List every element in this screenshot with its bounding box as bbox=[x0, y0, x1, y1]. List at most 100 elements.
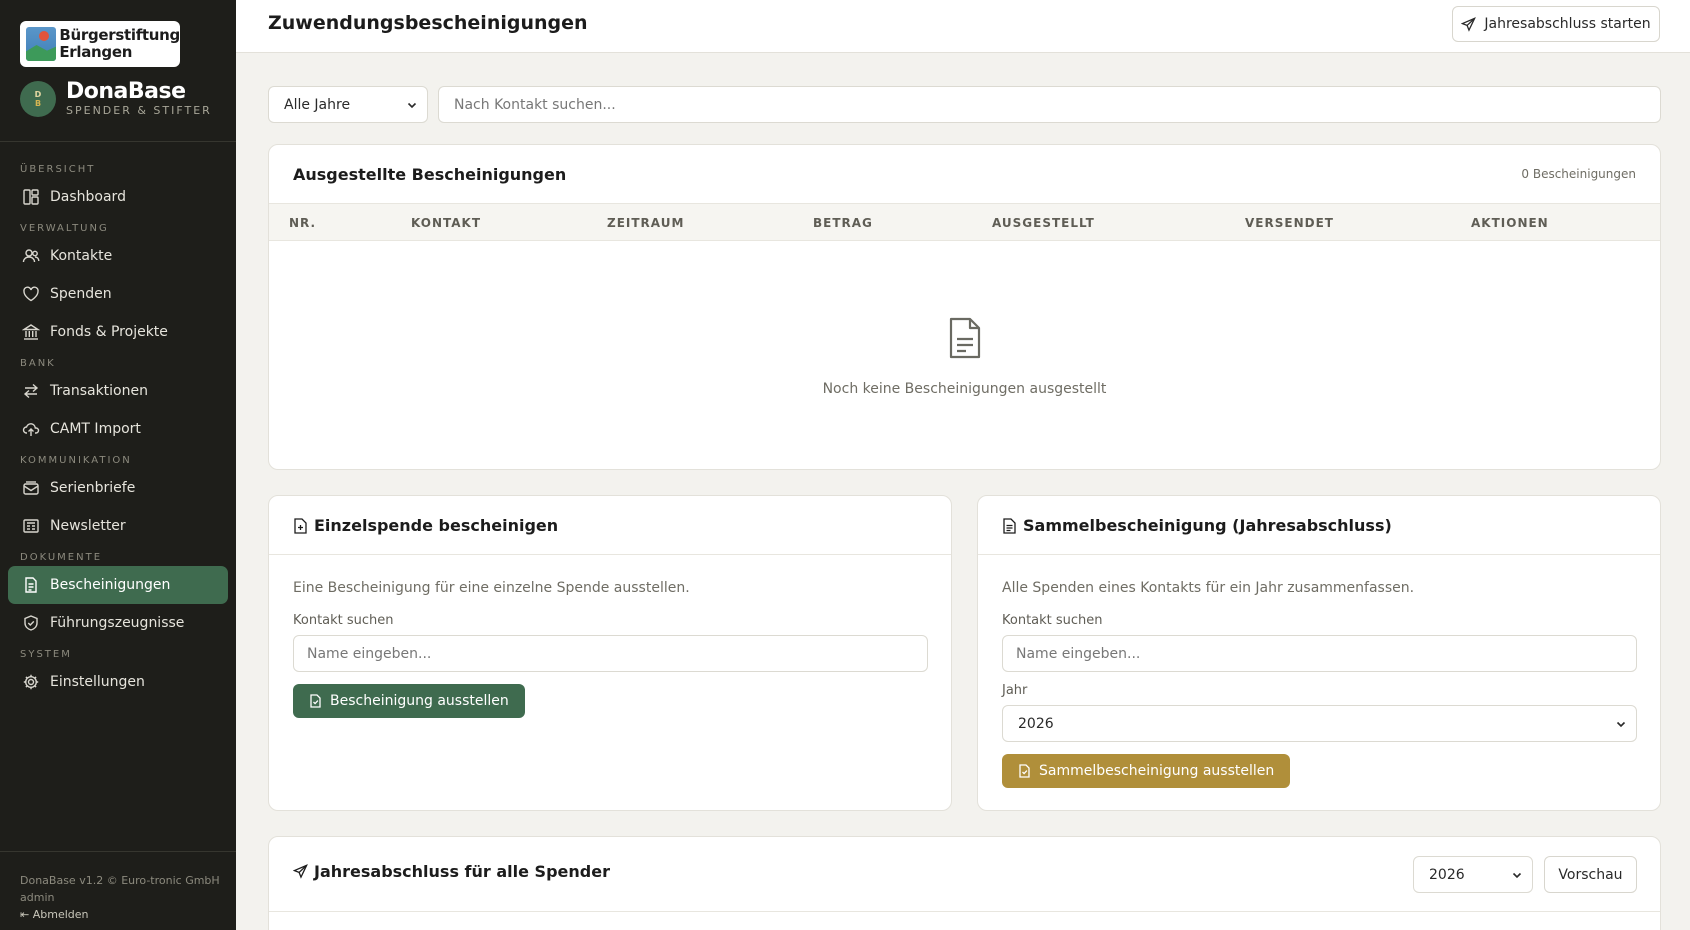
foundation-logo-icon bbox=[26, 27, 56, 61]
issue-collective-certificate-label: Sammelbescheinigung ausstellen bbox=[1039, 763, 1275, 779]
sidebar-item-label: Bescheinigungen bbox=[50, 577, 171, 593]
preview-button[interactable]: Vorschau bbox=[1544, 856, 1637, 893]
sidebar: Bürgerstiftung Erlangen D B DonaBase SPE… bbox=[0, 0, 236, 930]
document-check-icon bbox=[1019, 764, 1030, 778]
single-donation-card: Einzelspende bescheinigen Eine Bescheini… bbox=[268, 495, 952, 811]
app-avatar: D B bbox=[20, 81, 56, 117]
app-name: DonaBase bbox=[66, 79, 186, 104]
start-annual-closing-button[interactable]: Jahresabschluss starten bbox=[1452, 6, 1660, 42]
shield-check-icon bbox=[24, 615, 38, 631]
logo-text-line2: Erlangen bbox=[59, 43, 133, 61]
chevron-down-icon bbox=[1512, 872, 1522, 878]
page-title: Zuwendungsbescheinigungen bbox=[268, 12, 588, 34]
annual-year-select[interactable]: 2026 bbox=[1413, 856, 1533, 893]
nav-section-overview: ÜBERSICHT bbox=[20, 164, 96, 175]
send-icon bbox=[293, 864, 308, 879]
annual-year-value: 2026 bbox=[1429, 866, 1465, 883]
card-divider bbox=[978, 554, 1660, 555]
sidebar-nav: ÜBERSICHT Dashboard VERWALTUNG Kontakte … bbox=[0, 157, 236, 701]
certificate-count: 0 Bescheinigungen bbox=[1521, 167, 1636, 181]
single-contact-input[interactable]: Name eingeben... bbox=[293, 635, 928, 672]
sidebar-item-serial-letters[interactable]: Serienbriefe bbox=[8, 469, 228, 507]
document-icon bbox=[1003, 517, 1016, 534]
sidebar-item-contacts[interactable]: Kontakte bbox=[8, 237, 228, 275]
top-bar: Zuwendungsbescheinigungen Jahresabschlus… bbox=[236, 0, 1690, 53]
single-donation-title-text: Einzelspende bescheinigen bbox=[314, 516, 559, 535]
start-annual-closing-label: Jahresabschluss starten bbox=[1484, 16, 1651, 32]
chevron-down-icon bbox=[407, 102, 417, 108]
sidebar-item-label: Serienbriefe bbox=[50, 480, 136, 496]
dashboard-icon bbox=[23, 189, 39, 205]
sidebar-item-label: CAMT Import bbox=[50, 421, 141, 437]
app-tagline: SPENDER & STIFTER bbox=[66, 104, 212, 117]
nav-section-documents: DOKUMENTE bbox=[20, 552, 103, 563]
collective-description: Alle Spenden eines Kontakts für ein Jahr… bbox=[1002, 580, 1415, 596]
chevron-down-icon bbox=[1616, 721, 1626, 727]
column-header-actions[interactable]: AKTIONEN bbox=[1471, 216, 1549, 230]
logout-icon: ⇤ bbox=[20, 908, 30, 921]
sidebar-item-newsletter[interactable]: Newsletter bbox=[8, 507, 228, 545]
bank-building-icon bbox=[22, 324, 40, 340]
issue-certificate-button[interactable]: Bescheinigung ausstellen bbox=[293, 684, 525, 718]
annual-closing-title-text: Jahresabschluss für alle Spender bbox=[314, 862, 610, 881]
sidebar-item-transactions[interactable]: Transaktionen bbox=[8, 372, 228, 410]
sidebar-item-conduct-certificates[interactable]: Führungszeugnisse bbox=[8, 604, 228, 642]
logout-link[interactable]: ⇤ Abmelden bbox=[20, 906, 236, 923]
gear-icon bbox=[23, 674, 39, 690]
annual-closing-card: Jahresabschluss für alle Spender 2026 Vo… bbox=[268, 836, 1661, 930]
collective-contact-input[interactable]: Name eingeben... bbox=[1002, 635, 1637, 672]
year-filter-select[interactable]: Alle Jahre bbox=[268, 86, 428, 123]
send-icon bbox=[1461, 16, 1477, 32]
collective-contact-label: Kontakt suchen bbox=[1002, 613, 1103, 628]
sidebar-item-label: Transaktionen bbox=[50, 383, 148, 399]
card-divider bbox=[269, 911, 1660, 912]
column-header-amount[interactable]: BETRAG bbox=[813, 216, 873, 230]
column-header-sent[interactable]: VERSENDET bbox=[1245, 216, 1334, 230]
document-icon bbox=[25, 577, 37, 593]
app-brand: D B DonaBase SPENDER & STIFTER bbox=[20, 80, 212, 118]
users-icon bbox=[22, 249, 40, 263]
column-header-contact[interactable]: KONTAKT bbox=[411, 216, 481, 230]
collective-year-value: 2026 bbox=[1018, 715, 1054, 732]
column-header-nr[interactable]: NR. bbox=[289, 216, 316, 230]
sidebar-item-certificates[interactable]: Bescheinigungen bbox=[8, 566, 228, 604]
nav-section-admin: VERWALTUNG bbox=[20, 223, 109, 234]
sidebar-item-label: Dashboard bbox=[50, 189, 126, 205]
collective-certificate-card: Sammelbescheinigung (Jahresabschluss) Al… bbox=[977, 495, 1661, 811]
issued-certificates-card: Ausgestellte Bescheinigungen 0 Bescheini… bbox=[268, 144, 1661, 470]
sidebar-item-camt-import[interactable]: CAMT Import bbox=[8, 410, 228, 448]
collective-certificate-title: Sammelbescheinigung (Jahresabschluss) bbox=[1002, 516, 1392, 535]
sidebar-item-label: Newsletter bbox=[50, 518, 126, 534]
issue-collective-certificate-button[interactable]: Sammelbescheinigung ausstellen bbox=[1002, 754, 1291, 788]
heart-icon bbox=[23, 286, 39, 302]
year-filter-value: Alle Jahre bbox=[284, 96, 351, 113]
sidebar-item-donations[interactable]: Spenden bbox=[8, 275, 228, 313]
foundation-logo[interactable]: Bürgerstiftung Erlangen bbox=[20, 21, 180, 67]
current-user: admin bbox=[20, 891, 55, 904]
sidebar-item-label: Spenden bbox=[50, 286, 112, 302]
sidebar-item-label: Kontakte bbox=[50, 248, 113, 264]
sidebar-footer: DonaBase v1.2 © Euro-tronic GmbH admin ⇤… bbox=[0, 851, 236, 923]
nav-section-communication: KOMMUNIKATION bbox=[20, 455, 132, 466]
single-donation-description: Eine Bescheinigung für eine einzelne Spe… bbox=[293, 580, 690, 596]
single-contact-label: Kontakt suchen bbox=[293, 613, 394, 628]
version-text: DonaBase v1.2 © Euro-tronic GmbH bbox=[20, 874, 220, 887]
column-header-period[interactable]: ZEITRAUM bbox=[607, 216, 684, 230]
sidebar-item-funds[interactable]: Fonds & Projekte bbox=[8, 313, 228, 351]
collective-year-select[interactable]: 2026 bbox=[1002, 705, 1637, 742]
empty-state-text: Noch keine Bescheinigungen ausgestellt bbox=[822, 381, 1107, 397]
collective-certificate-title-text: Sammelbescheinigung (Jahresabschluss) bbox=[1023, 516, 1392, 535]
sidebar-item-label: Führungszeugnisse bbox=[50, 615, 185, 631]
contact-search-input[interactable]: Nach Kontakt suchen... bbox=[438, 86, 1661, 123]
sidebar-item-dashboard[interactable]: Dashboard bbox=[8, 178, 228, 216]
column-header-issued[interactable]: AUSGESTELLT bbox=[992, 216, 1095, 230]
issued-certificates-title: Ausgestellte Bescheinigungen bbox=[293, 165, 567, 184]
sidebar-item-label: Einstellungen bbox=[50, 674, 145, 690]
sidebar-item-settings[interactable]: Einstellungen bbox=[8, 663, 228, 701]
nav-section-bank: BANK bbox=[20, 358, 56, 369]
sidebar-item-label: Fonds & Projekte bbox=[50, 324, 168, 340]
empty-document-icon bbox=[949, 317, 981, 359]
card-divider bbox=[269, 554, 951, 555]
logo-text-line1: Bürgerstiftung bbox=[59, 26, 180, 44]
table-header: NR. KONTAKT ZEITRAUM BETRAG AUSGESTELLT … bbox=[269, 203, 1660, 241]
